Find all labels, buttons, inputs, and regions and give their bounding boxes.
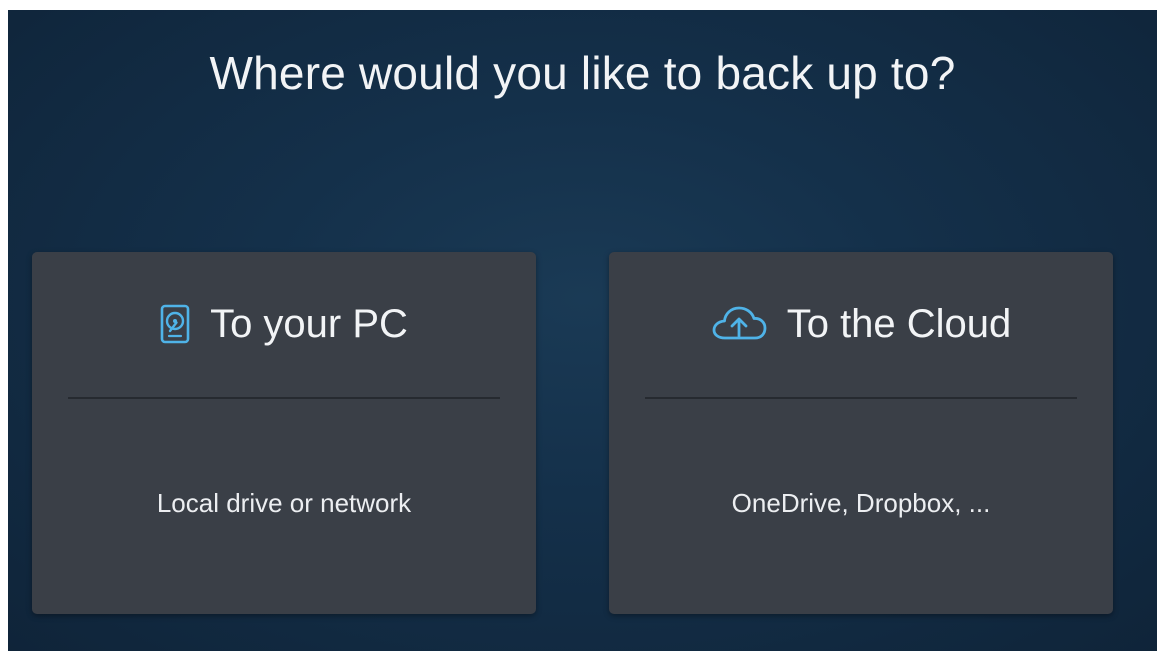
backup-destination-screen: Where would you like to back up to? To y…: [8, 10, 1157, 651]
backup-to-cloud-option[interactable]: To the Cloud OneDrive, Dropbox, ...: [609, 252, 1113, 614]
option-description: OneDrive, Dropbox, ...: [731, 488, 991, 518]
option-description: Local drive or network: [156, 488, 412, 518]
cloud-upload-icon: [711, 306, 767, 342]
option-title: To the Cloud: [786, 302, 1012, 346]
option-header: To your PC: [32, 296, 536, 352]
divider: [645, 397, 1077, 399]
hard-drive-icon: [160, 304, 190, 344]
divider: [68, 397, 500, 399]
option-header: To the Cloud: [609, 296, 1113, 352]
backup-to-pc-option[interactable]: To your PC Local drive or network: [32, 252, 536, 614]
option-title: To your PC: [210, 302, 408, 346]
page-title: Where would you like to back up to?: [209, 47, 956, 99]
